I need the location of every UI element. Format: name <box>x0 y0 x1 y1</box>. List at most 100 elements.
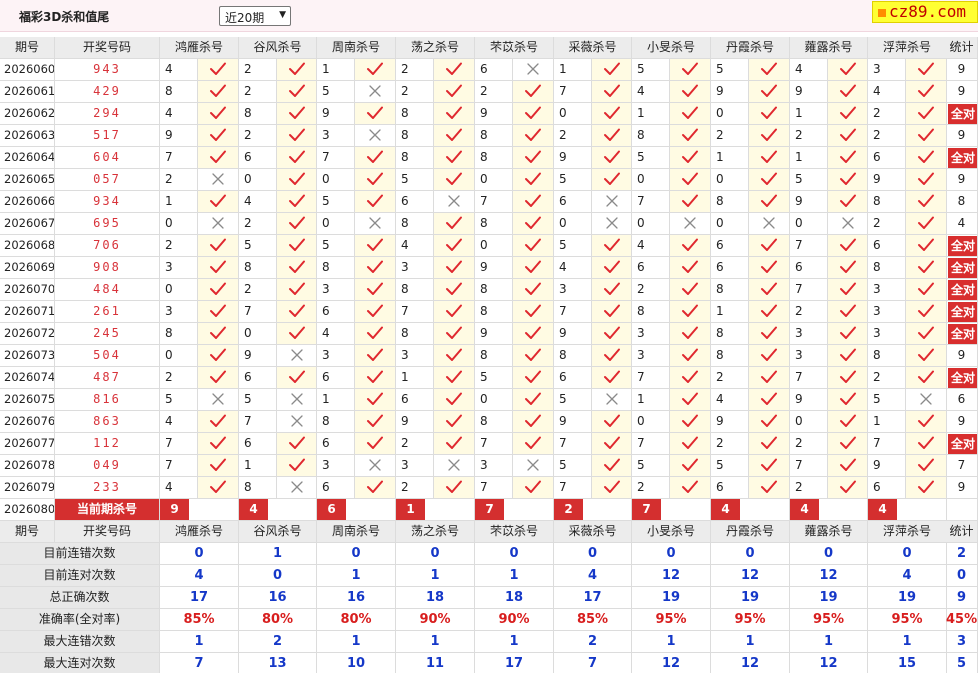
check-mark-icon <box>288 172 305 185</box>
pick-number: 3 <box>637 326 645 340</box>
pick-cell: 4 <box>160 477 198 499</box>
pick-cell: 6 <box>632 257 670 279</box>
stat-value-cell: 85% <box>160 609 239 631</box>
pick-cell: 4 <box>554 257 592 279</box>
check-mark-icon <box>603 282 620 295</box>
check-mark-icon <box>367 348 383 361</box>
stat-value-cell: 1 <box>475 565 554 587</box>
stat-value: 0 <box>430 546 440 561</box>
check-mark-icon <box>682 106 698 119</box>
stat-value: 1 <box>272 546 283 561</box>
pick-cell: 5 <box>632 59 670 81</box>
check-mark-icon <box>682 348 698 361</box>
total-cell: 全对 <box>946 301 978 323</box>
pick-cell: 5 <box>317 235 355 257</box>
pick-cell: 9 <box>475 103 513 125</box>
pick-cell: 9 <box>160 125 198 147</box>
hit-cell <box>828 257 868 279</box>
issue-number: 2026067 <box>4 216 55 230</box>
pick-number: 6 <box>873 150 881 164</box>
pick-number: 8 <box>401 128 409 142</box>
check-mark-icon <box>288 128 305 141</box>
stat-value: 10 <box>346 656 366 671</box>
pick-number: 8 <box>322 260 330 274</box>
pick-number: 4 <box>165 480 173 494</box>
pick-number: 2 <box>401 62 409 76</box>
pick-number: 0 <box>795 414 803 428</box>
total-cell: 全对 <box>946 279 978 301</box>
pick-number: 7 <box>401 304 409 318</box>
hit-cell <box>906 323 947 345</box>
pick-number: 1 <box>322 392 330 406</box>
pick-cell: 8 <box>160 81 198 103</box>
stat-value-cell: 17 <box>475 653 554 673</box>
pick-number: 9 <box>873 172 881 186</box>
period-select[interactable]: 近20期 ▼ <box>219 6 291 26</box>
pick-number: 3 <box>795 348 803 362</box>
miss-cell <box>670 213 711 235</box>
pick-number: 5 <box>165 392 173 406</box>
pick-cell: 0 <box>711 213 749 235</box>
draw-cell: 604 <box>55 147 160 169</box>
pick-number: 7 <box>637 370 645 384</box>
check-mark-icon <box>525 392 541 405</box>
stat-value: 95% <box>655 612 687 627</box>
issue-number: 2026070 <box>4 282 55 296</box>
check-mark-icon <box>682 282 698 295</box>
pick-cell: 2 <box>790 477 828 499</box>
hit-cell <box>749 345 790 367</box>
check-mark-icon <box>288 216 305 229</box>
expert-header-label: 谷风杀号 <box>253 40 302 54</box>
check-mark-icon <box>682 414 698 427</box>
pick-cell: 4 <box>160 411 198 433</box>
check-mark-icon <box>839 194 856 207</box>
pick-number: 9 <box>480 260 488 274</box>
current-pick-cell: 7 <box>632 499 711 521</box>
hit-cell <box>277 433 317 455</box>
pick-cell: 0 <box>239 323 277 345</box>
check-mark-icon <box>918 106 934 119</box>
pick-number: 7 <box>795 238 803 252</box>
pick-cell: 2 <box>475 81 513 103</box>
pick-number: 0 <box>716 216 724 230</box>
hit-cell <box>355 433 396 455</box>
hit-cell <box>670 59 711 81</box>
site-logo[interactable]: cz89.com <box>872 1 978 23</box>
pick-number: 2 <box>559 128 567 142</box>
pick-number: 7 <box>559 436 567 450</box>
issue-cell: 2026065 <box>0 169 55 191</box>
pick-cell: 8 <box>160 323 198 345</box>
check-mark-icon <box>761 304 777 317</box>
check-mark-icon <box>446 216 462 229</box>
check-mark-icon <box>918 348 934 361</box>
pick-number: 4 <box>401 238 409 252</box>
pick-number: 0 <box>244 172 252 186</box>
pick-number: 9 <box>165 128 173 142</box>
pick-number: 9 <box>559 414 567 428</box>
pick-number: 4 <box>322 326 330 340</box>
stat-value: 1 <box>509 634 519 649</box>
pick-cell: 0 <box>475 235 513 257</box>
expert-header-label: 丹霞杀号 <box>725 524 774 538</box>
pick-number: 2 <box>401 436 409 450</box>
stat-value-cell: 0 <box>239 565 317 587</box>
top-expert-header: 谷风杀号 <box>239 37 317 59</box>
issue-cell: 2026062 <box>0 103 55 125</box>
total-cell: 全对 <box>946 103 978 125</box>
pick-number: 5 <box>637 62 645 76</box>
expert-header-label: 丹霞杀号 <box>725 40 774 54</box>
cross-mark-icon <box>448 194 460 207</box>
current-pick-number: 2 <box>554 499 583 520</box>
issue-cell: 2026074 <box>0 367 55 389</box>
pick-number: 1 <box>322 62 330 76</box>
pick-cell: 2 <box>160 367 198 389</box>
pick-number: 1 <box>165 194 173 208</box>
pick-cell: 6 <box>239 147 277 169</box>
pick-number: 4 <box>244 194 252 208</box>
pick-cell: 6 <box>868 235 906 257</box>
total-count: 4 <box>957 216 966 230</box>
pick-number: 8 <box>716 326 724 340</box>
pick-cell: 3 <box>632 323 670 345</box>
pick-cell: 3 <box>868 323 906 345</box>
pick-cell: 2 <box>711 433 749 455</box>
